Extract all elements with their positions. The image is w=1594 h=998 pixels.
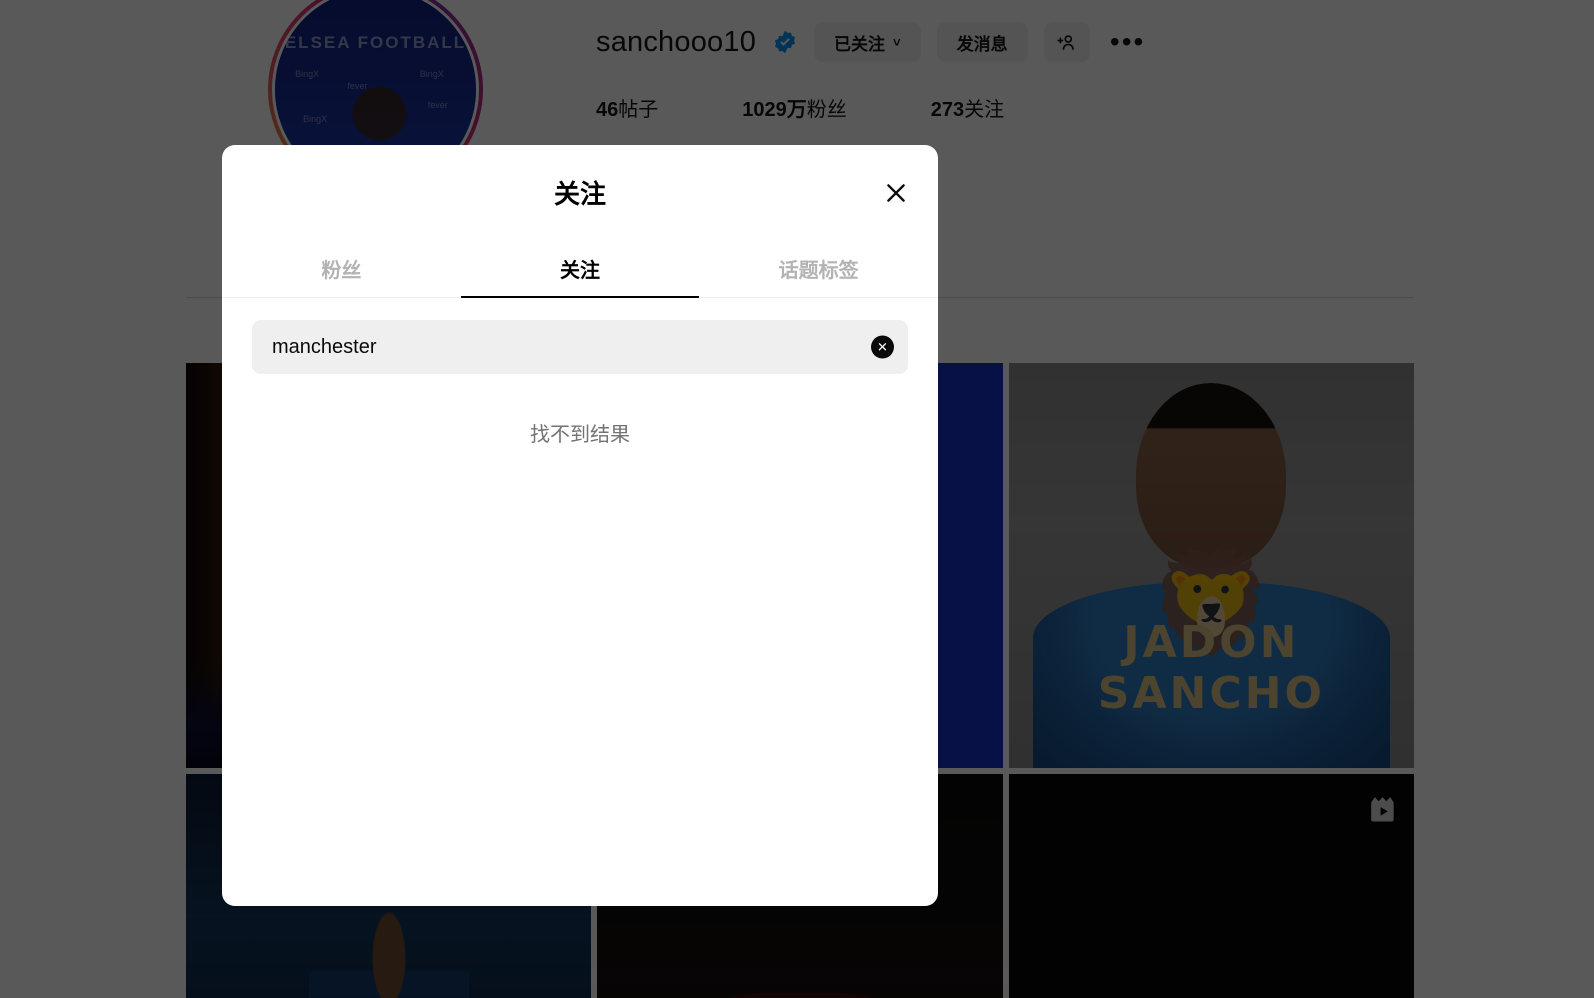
tab-following[interactable]: 关注 (460, 240, 700, 298)
empty-state-message: 找不到结果 (530, 424, 630, 446)
modal-tabs: 粉丝 关注 话题标签 (222, 240, 938, 298)
clear-circle-icon[interactable]: ✕ (871, 335, 894, 359)
search-box: ✕ (252, 320, 908, 374)
modal-title: 关注 (553, 179, 606, 209)
search-results: 找不到结果 (222, 374, 938, 906)
search-input[interactable] (252, 335, 908, 359)
tab-followers[interactable]: 粉丝 (222, 240, 461, 297)
following-modal: 关注 粉丝 关注 话题标签 ✕ 找不到结果 (222, 145, 938, 906)
tab-hashtags[interactable]: 话题标签 (699, 240, 938, 297)
search-section: ✕ (222, 298, 938, 374)
close-icon[interactable] (879, 176, 913, 210)
modal-header: 关注 (222, 145, 938, 240)
